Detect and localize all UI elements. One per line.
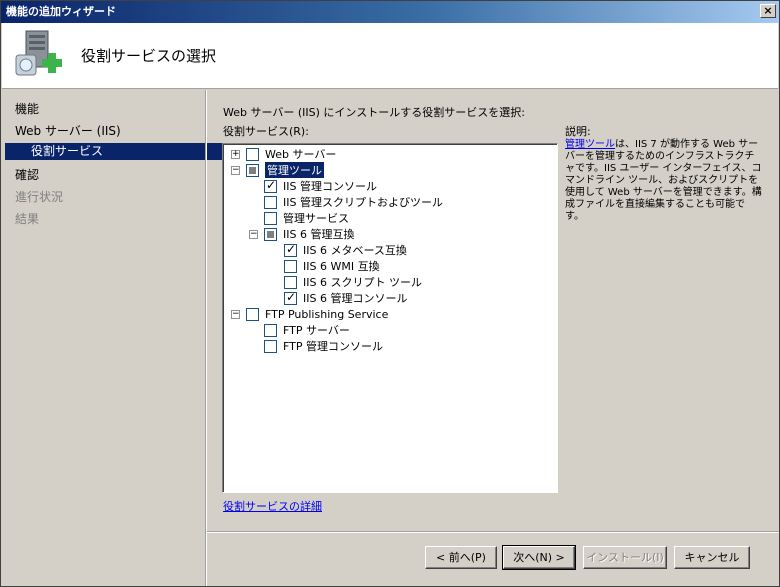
page-title: 役割サービスの選択 bbox=[81, 47, 217, 65]
nav-step-web-server[interactable]: Web サーバー (IIS) bbox=[15, 122, 121, 139]
nav-step-features[interactable]: 機能 bbox=[15, 100, 39, 117]
title-bar: 機能の追加ウィザード × bbox=[1, 1, 779, 23]
window-title: 機能の追加ウィザード bbox=[6, 5, 116, 18]
tree-item-label: 管理サービス bbox=[283, 212, 349, 225]
tree-item-iis-mgmt-console[interactable]: IIS 管理コンソール bbox=[264, 178, 377, 194]
tree-item-label: IIS 6 メタベース互換 bbox=[303, 244, 407, 257]
collapse-management-tools-icon[interactable]: − bbox=[231, 166, 240, 175]
tree-item-iis6-wmi[interactable]: IIS 6 WMI 互換 bbox=[284, 258, 380, 274]
nav-step-role-services[interactable]: 役割サービス bbox=[5, 143, 233, 160]
checkbox[interactable] bbox=[246, 163, 259, 177]
checkbox[interactable] bbox=[264, 323, 277, 337]
tree-item-iis6-mgmt-console[interactable]: IIS 6 管理コンソール bbox=[284, 290, 407, 306]
wizard-window: 機能の追加ウィザード × 役割サービスの選択 機能 Web サーバー (IIS)… bbox=[0, 0, 780, 587]
tree-item-ftp-publishing[interactable]: FTP Publishing Service bbox=[246, 306, 388, 322]
description-text: 管理ツールは、IIS 7 が動作する Web サーバーを管理するためのインフラス… bbox=[565, 139, 763, 223]
nav-step-results: 結果 bbox=[15, 212, 40, 226]
tree-item-label: 管理ツール bbox=[265, 162, 324, 178]
checkbox[interactable] bbox=[264, 178, 277, 193]
checkbox[interactable] bbox=[284, 259, 297, 273]
install-button: インストール(I) bbox=[583, 546, 667, 569]
nav-divider-highlight bbox=[206, 90, 207, 586]
wizard-header: 役割サービスの選択 bbox=[2, 23, 778, 89]
back-button[interactable]: < 前へ(P) bbox=[425, 546, 497, 569]
tree-item-iis6-scripting[interactable]: IIS 6 スクリプト ツール bbox=[284, 274, 422, 290]
checkbox[interactable] bbox=[246, 307, 259, 321]
tree-item-label: IIS 管理スクリプトおよびツール bbox=[283, 196, 443, 209]
role-services-tree[interactable]: + Web サーバー − 管理ツール IIS 管理コンソール IIS 管理スクリ… bbox=[222, 143, 558, 493]
tree-item-label: FTP サーバー bbox=[283, 324, 350, 337]
role-services-label: 役割サービス(R): bbox=[223, 125, 309, 138]
tree-item-label: IIS 6 WMI 互換 bbox=[303, 260, 380, 273]
checkbox[interactable] bbox=[264, 211, 277, 225]
description-link[interactable]: 管理ツール bbox=[565, 139, 615, 150]
tree-item-label: IIS 管理コンソール bbox=[283, 180, 377, 193]
wizard-steps-nav: 機能 Web サーバー (IIS) 役割サービス 確認 進行状況 結果 bbox=[2, 90, 233, 586]
close-button[interactable]: × bbox=[760, 4, 776, 18]
tree-item-iis6-metabase[interactable]: IIS 6 メタベース互換 bbox=[284, 242, 407, 258]
tree-item-iis-mgmt-scripts[interactable]: IIS 管理スクリプトおよびツール bbox=[264, 194, 443, 210]
checkbox[interactable] bbox=[264, 339, 277, 353]
tree-item-label: IIS 6 管理互換 bbox=[283, 228, 355, 241]
description-body: は、IIS 7 が動作する Web サーバーを管理するためのインフラストラクチャ… bbox=[565, 139, 762, 222]
next-button[interactable]: 次へ(N) > bbox=[502, 545, 576, 570]
cancel-button[interactable]: キャンセル bbox=[674, 546, 750, 569]
checkbox[interactable] bbox=[284, 275, 297, 289]
nav-step-confirm[interactable]: 確認 bbox=[15, 166, 39, 183]
nav-step-progress: 進行状況 bbox=[15, 190, 64, 204]
checkbox[interactable] bbox=[284, 290, 297, 305]
tree-item-ftp-mgmt-console[interactable]: FTP 管理コンソール bbox=[264, 338, 383, 354]
checkbox[interactable] bbox=[264, 195, 277, 209]
collapse-iis6-compat-icon[interactable]: − bbox=[249, 230, 258, 239]
tree-item-label: FTP 管理コンソール bbox=[283, 340, 383, 353]
tree-item-ftp-server[interactable]: FTP サーバー bbox=[264, 322, 350, 338]
expand-web-server-icon[interactable]: + bbox=[231, 150, 240, 159]
description-title: 説明: bbox=[565, 125, 591, 138]
tree-item-management-service[interactable]: 管理サービス bbox=[264, 210, 349, 226]
tree-item-web-server[interactable]: Web サーバー bbox=[246, 146, 336, 162]
tree-item-label: IIS 6 スクリプト ツール bbox=[303, 276, 422, 289]
tree-item-label: FTP Publishing Service bbox=[265, 307, 389, 321]
server-add-icon bbox=[15, 30, 62, 76]
tree-item-label: Web サーバー bbox=[265, 148, 337, 161]
button-separator-highlight bbox=[207, 532, 779, 533]
tree-item-label: IIS 6 管理コンソール bbox=[303, 292, 408, 305]
tree-item-management-tools[interactable]: 管理ツール bbox=[246, 162, 324, 178]
collapse-ftp-icon[interactable]: − bbox=[231, 310, 240, 319]
instruction-text: Web サーバー (IIS) にインストールする役割サービスを選択: bbox=[223, 106, 525, 119]
tree-item-iis6-compat[interactable]: IIS 6 管理互換 bbox=[264, 226, 354, 242]
role-services-more-link[interactable]: 役割サービスの詳細 bbox=[223, 498, 322, 514]
checkbox[interactable] bbox=[246, 147, 259, 161]
checkbox[interactable] bbox=[284, 242, 297, 257]
checkbox[interactable] bbox=[264, 227, 277, 241]
